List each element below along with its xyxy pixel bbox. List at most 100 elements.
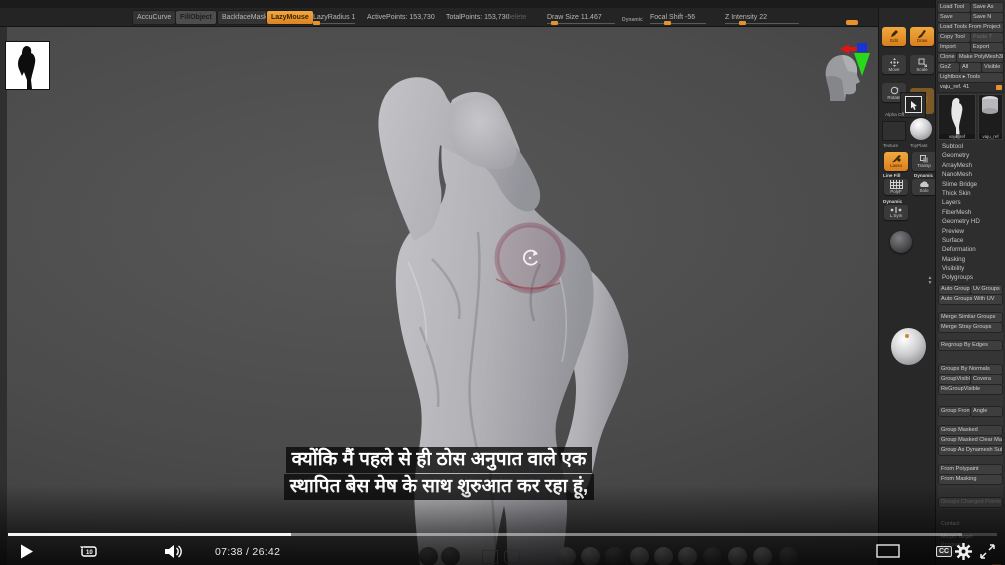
make-polymesh3d-button[interactable]: Make PolyMesh3D (957, 53, 1003, 62)
save-button[interactable]: Save (938, 13, 970, 22)
accucurve-button[interactable]: AccuCurve (133, 11, 176, 24)
from-masking-button[interactable]: From Masking (939, 474, 1002, 484)
menu-polygroups[interactable]: Polygroups (938, 273, 1003, 282)
move-button[interactable]: Move (882, 55, 906, 74)
menu-subtool[interactable]: Subtool (938, 142, 1003, 151)
seek-bar[interactable] (8, 533, 997, 536)
save-n-button[interactable]: Save N (971, 13, 1003, 22)
menu-layers[interactable]: Layers (938, 198, 1003, 207)
move-icon (889, 57, 899, 67)
paste-tool-button[interactable]: Paste T (971, 33, 1003, 42)
subtitle-line-1: क्योंकि मैं पहले से ही ठोस अनुपात वाले ए… (285, 447, 593, 473)
menu-nanomesh[interactable]: NanoMesh (938, 170, 1003, 179)
axis-orientation-gizmo[interactable] (840, 42, 872, 94)
from-polypaint-button[interactable]: From Polypaint (939, 464, 1002, 474)
panel-divider-handle[interactable]: ▲ ▼ (927, 276, 933, 298)
save-as-button[interactable]: Save As (971, 3, 1003, 12)
current-tool-slider[interactable]: vaju_ref. 41 (938, 83, 1003, 92)
lightbox-tools-button[interactable]: Lightbox ▸ Tools (938, 73, 1003, 82)
group-masked-button[interactable]: Group Masked (939, 425, 1002, 435)
lazyradius-slider[interactable]: LazyRadius 1 (313, 11, 359, 25)
menu-deformation[interactable]: Deformation (938, 245, 1003, 254)
texture-thumbnail[interactable] (882, 121, 906, 141)
alpha-label: Alpha Off (885, 112, 905, 117)
menu-slime-bridge[interactable]: Slime Bridge (938, 180, 1003, 189)
regroup-visible-button[interactable]: ReGroupVisible (939, 384, 1002, 394)
z-intensity-slider[interactable]: Z Intensity 22 (725, 11, 803, 25)
auto-groups-uv-button[interactable]: Auto Groups With UV (939, 294, 1002, 304)
cc-badge[interactable]: CC (936, 546, 953, 557)
goz-visible-button[interactable]: Visible (982, 63, 1003, 72)
next-tool-thumbnail[interactable]: vaju_ref (978, 94, 1003, 140)
menu-surface[interactable]: Surface (938, 236, 1003, 245)
groups-by-normals-button[interactable]: Groups By Normals (939, 364, 1002, 374)
import-button[interactable]: Import (938, 43, 970, 52)
menu-geometry[interactable]: Geometry (938, 151, 1003, 160)
dynamic-draw-size-label[interactable]: Dynamic (622, 14, 643, 27)
menu-preview[interactable]: Preview (938, 227, 1003, 236)
edit-button[interactable]: Edit (882, 27, 906, 46)
menu-thick-skin[interactable]: Thick Skin (938, 189, 1003, 198)
merge-stray-groups-button[interactable]: Merge Stray Groups (939, 322, 1002, 332)
polyframe-button[interactable]: PolyF (884, 179, 908, 195)
group-visible-button[interactable]: GroupVisible (939, 374, 970, 384)
polygroups-section: Auto Groups Uv Groups Auto Groups With U… (938, 283, 1003, 565)
play-button[interactable] (20, 544, 34, 559)
backfacemask-button[interactable]: BackfaceMask (218, 11, 272, 24)
angle-slider[interactable]: Angle (971, 406, 1002, 416)
sculpt-canvas[interactable]: BS-0.823 (0, 13, 878, 565)
uv-groups-button[interactable]: Uv Groups (971, 284, 1002, 294)
menu-visibility[interactable]: Visibility (938, 264, 1003, 273)
solo-button[interactable]: Solo (912, 179, 936, 195)
load-tool-button[interactable]: Load Tool (938, 3, 970, 12)
top-shelf: AccuCurve FillObject BackfaceMask LazyMo… (0, 8, 935, 27)
load-tools-project-button[interactable]: Load Tools From Project (938, 23, 1003, 32)
shelf-divider-handle[interactable] (846, 20, 858, 25)
reference-figure-silhouette (18, 46, 36, 89)
active-points-readout: ActivePoints: 153,730 (367, 14, 435, 21)
local-symmetry-button[interactable]: L.Sym (884, 205, 908, 220)
goz-button[interactable]: GoZ (938, 63, 959, 72)
sculptris-pro-icon[interactable] (890, 231, 912, 253)
delete-button[interactable]: Delete (506, 11, 526, 24)
menu-arraymesh[interactable]: ArrayMesh (938, 161, 1003, 170)
group-as-dynamesh-button[interactable]: Group As Dynamesh Sub (939, 445, 1002, 455)
groups-changed-points-button[interactable]: Groups Changed Points (939, 497, 1002, 507)
menu-masking[interactable]: Masking (938, 255, 1003, 264)
focal-shift-slider[interactable]: Focal Shift -56 (650, 11, 710, 25)
settings-gear-icon[interactable] (955, 543, 972, 560)
active-tool-thumbnail[interactable]: vaju_ref (938, 94, 976, 140)
material-preview-sphere[interactable] (891, 328, 926, 365)
clone-button[interactable]: Clone (938, 53, 956, 62)
goz-all-button[interactable]: All (960, 63, 981, 72)
transp-icon (919, 155, 928, 163)
fillobject-button[interactable]: FillObject (176, 11, 216, 24)
theater-mode-icon[interactable] (876, 544, 900, 558)
group-front-button[interactable]: Group Front (939, 406, 970, 416)
merge-similar-groups-button[interactable]: Merge Similar Groups (939, 312, 1002, 322)
scale-icon (918, 58, 927, 67)
transp-button[interactable]: Transp (912, 152, 936, 171)
copy-tool-button[interactable]: Copy Tool (938, 33, 970, 42)
scale-button[interactable]: Scale (910, 55, 934, 74)
regroup-by-edges-button[interactable]: Regroup By Edges (939, 340, 1002, 350)
fullscreen-icon[interactable] (980, 544, 995, 559)
lasso-button[interactable]: Lasso (884, 152, 908, 171)
draw-size-slider[interactable]: Draw Size 11.467 (547, 11, 619, 25)
reference-thumbnail[interactable] (6, 42, 49, 89)
group-masked-clear-button[interactable]: Group Masked Clear Ma (939, 435, 1002, 445)
export-button[interactable]: Export (971, 43, 1003, 52)
z-axis-indicator (857, 43, 867, 52)
auto-groups-button[interactable]: Auto Groups (939, 284, 970, 294)
replay-10-icon[interactable]: 10 (80, 544, 98, 559)
lazymouse-button[interactable]: LazyMouse (267, 11, 313, 24)
line-fill-label: Line Fill (883, 173, 901, 178)
player-controls: 10 07:38 / 26:42 CC (0, 539, 1005, 563)
volume-icon[interactable] (165, 544, 183, 559)
menu-fibermesh[interactable]: FiberMesh (938, 208, 1003, 217)
menu-contact[interactable]: Contact (938, 520, 1003, 528)
coverage-slider[interactable]: Covera (971, 374, 1002, 384)
material-thumbnail[interactable] (910, 118, 932, 140)
draw-button[interactable]: Draw (910, 27, 934, 46)
menu-geometry-hd[interactable]: Geometry HD (938, 217, 1003, 226)
